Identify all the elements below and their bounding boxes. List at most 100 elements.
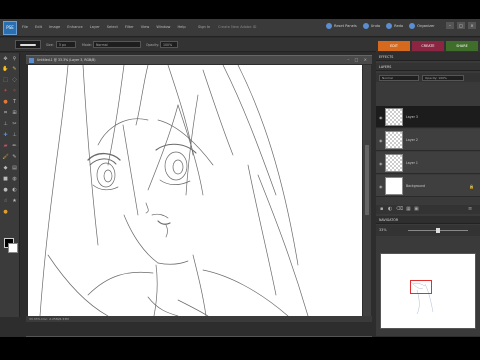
menu-bar: PSE File Edit Image Enhance Layer Select… (0, 19, 480, 37)
document-icon (29, 58, 34, 63)
brush-tool-icon[interactable]: 🖌 (2, 154, 9, 161)
menu-window[interactable]: Window (156, 25, 170, 29)
zoom-tool-icon[interactable]: ⚲ (11, 56, 18, 63)
canvas[interactable] (28, 65, 362, 316)
blur-tool-icon[interactable]: ◍ (11, 176, 18, 183)
zoom-percent[interactable]: 33% (379, 228, 387, 232)
organizer-icon (409, 23, 416, 29)
document-tab[interactable]: Untitled-1 @ 33.3% (Layer 3, RGB/8) – □ … (26, 55, 372, 64)
redo-icon (386, 23, 393, 29)
tab-edit[interactable]: EDIT (378, 41, 410, 51)
lasso-tool-icon[interactable]: ◌ (11, 77, 18, 84)
document-window-controls[interactable]: – □ × (347, 57, 369, 62)
color-replacement-tool-icon[interactable]: ● (2, 209, 9, 216)
layer-thumbnail (385, 154, 403, 172)
dodge-tool-icon[interactable]: ◐ (11, 187, 18, 194)
panel-menu-icon[interactable]: ≡ (468, 206, 472, 212)
spot-healing-tool-icon[interactable]: ✚ (2, 132, 9, 139)
lock-icon: 🔒 (469, 184, 474, 189)
custom-shape-tool-icon[interactable]: ★ (11, 198, 18, 205)
opacity-field[interactable]: 100% (160, 41, 178, 48)
letterbox-top (0, 0, 480, 19)
menu-help[interactable]: Help (177, 25, 185, 29)
layer-row[interactable]: ◉ Layer 1 (376, 152, 480, 174)
layer-opacity-field[interactable]: Opacity: 100% (422, 75, 464, 81)
opacity-label: Opacity: (146, 43, 160, 47)
create-adobe-id-link[interactable]: Create New Adobe ID (218, 25, 256, 29)
visibility-eye-icon[interactable]: ◉ (379, 138, 383, 143)
navigator-preview[interactable] (380, 253, 476, 329)
marquee-tool-icon[interactable]: ⬚ (2, 77, 9, 84)
effects-panel-header[interactable]: EFFECTS (376, 53, 480, 61)
delete-layer-icon[interactable]: ⌫ (396, 206, 403, 212)
lock-all-icon[interactable]: ▣ (414, 206, 419, 212)
menu-layer[interactable]: Layer (90, 25, 100, 29)
straighten-tool-icon[interactable]: ⊥ (2, 121, 9, 128)
new-adjustment-layer-icon[interactable]: ◐ (388, 206, 392, 212)
eraser-tool-icon[interactable]: ▰ (2, 143, 9, 150)
tool-options-bar: Size: 5 px Mode: Normal Opacity: 100% (0, 38, 376, 52)
menu-enhance[interactable]: Enhance (67, 25, 83, 29)
visibility-eye-icon[interactable]: ◉ (379, 161, 383, 166)
eyedropper-tool-icon[interactable]: ✎ (11, 66, 18, 73)
sign-in-link[interactable]: Sign In (198, 25, 210, 29)
red-eye-tool-icon[interactable]: ● (2, 99, 9, 106)
size-field[interactable]: 5 px (56, 41, 76, 48)
magic-wand-tool-icon[interactable]: ✦ (2, 88, 9, 95)
layer-name: Layer 1 (406, 161, 418, 165)
blend-mode-select[interactable]: Normal (379, 75, 419, 81)
new-layer-icon[interactable]: ▪ (380, 206, 383, 212)
brush-preset-picker[interactable] (15, 40, 41, 49)
type-tool-icon[interactable]: T (11, 99, 18, 106)
navigator-zoom: 33% (376, 225, 480, 236)
canvas-vertical-scrollbar[interactable] (363, 65, 371, 316)
gradient-tool-icon[interactable]: ▤ (11, 165, 18, 172)
move-tool-icon[interactable]: ✥ (2, 56, 9, 63)
organizer-button[interactable]: Organizer (409, 23, 435, 29)
layer-row[interactable]: ◉ Layer 2 (376, 129, 480, 151)
reset-panels-button[interactable]: Reset Panels (326, 23, 357, 29)
visibility-eye-icon[interactable]: ◉ (379, 115, 383, 120)
visibility-eye-icon[interactable]: ◉ (379, 184, 383, 189)
menu-filter[interactable]: Filter (125, 25, 134, 29)
sketch-drawing (39, 65, 309, 316)
smudge-tool-icon[interactable]: ☝ (2, 198, 9, 205)
zoom-slider-handle[interactable] (436, 228, 440, 233)
redo-button[interactable]: Redo (386, 23, 403, 29)
tab-create[interactable]: CREATE (412, 41, 444, 51)
menu-file[interactable]: File (22, 25, 28, 29)
minimize-icon[interactable]: – (446, 22, 454, 29)
hand-tool-icon[interactable]: ✋ (2, 66, 9, 73)
menu-image[interactable]: Image (49, 25, 60, 29)
layers-panel-header[interactable]: LAYERS (376, 63, 480, 71)
clone-stamp-tool-icon[interactable]: ⊥ (11, 132, 18, 139)
menu-select[interactable]: Select (107, 25, 118, 29)
mode-select[interactable]: Normal (93, 41, 141, 48)
pencil-tool-icon[interactable]: ✏ (11, 143, 18, 150)
navigator-view-rectangle[interactable] (410, 280, 432, 294)
navigator-panel-header[interactable]: NAVIGATOR (376, 216, 480, 224)
menu-items: File Edit Image Enhance Layer Select Fil… (22, 25, 186, 29)
smart-brush-tool-icon[interactable]: ✎ (11, 154, 18, 161)
tab-share[interactable]: SHARE (446, 41, 478, 51)
menu-edit[interactable]: Edit (35, 25, 42, 29)
layer-name: Background (406, 184, 426, 188)
recompose-tool-icon[interactable]: ⊞ (11, 110, 18, 117)
cookie-cutter-tool-icon[interactable]: ✂ (11, 121, 18, 128)
crop-tool-icon[interactable]: ⌗ (2, 110, 9, 117)
scroll-thumb[interactable] (365, 145, 369, 215)
menu-view[interactable]: View (141, 25, 150, 29)
layer-row[interactable]: ◉ Layer 3 (376, 106, 480, 128)
lock-transparency-icon[interactable]: ▦ (406, 206, 411, 212)
shape-tool-icon[interactable]: ■ (2, 176, 9, 183)
paint-bucket-tool-icon[interactable]: ◆ (2, 165, 9, 172)
maximize-icon[interactable]: □ (457, 22, 465, 29)
close-icon[interactable]: × (468, 22, 476, 29)
undo-button[interactable]: Undo (362, 23, 380, 29)
document-status-text: 33.33% Doc: 2.25M/6.33M (29, 317, 69, 321)
sponge-tool-icon[interactable]: ● (2, 187, 9, 194)
background-color-swatch[interactable] (8, 243, 18, 253)
selection-brush-tool-icon[interactable]: ✧ (11, 88, 18, 95)
layer-row[interactable]: ◉ Background 🔒 (376, 175, 480, 197)
app-window: PSE File Edit Image Enhance Layer Select… (0, 19, 480, 356)
